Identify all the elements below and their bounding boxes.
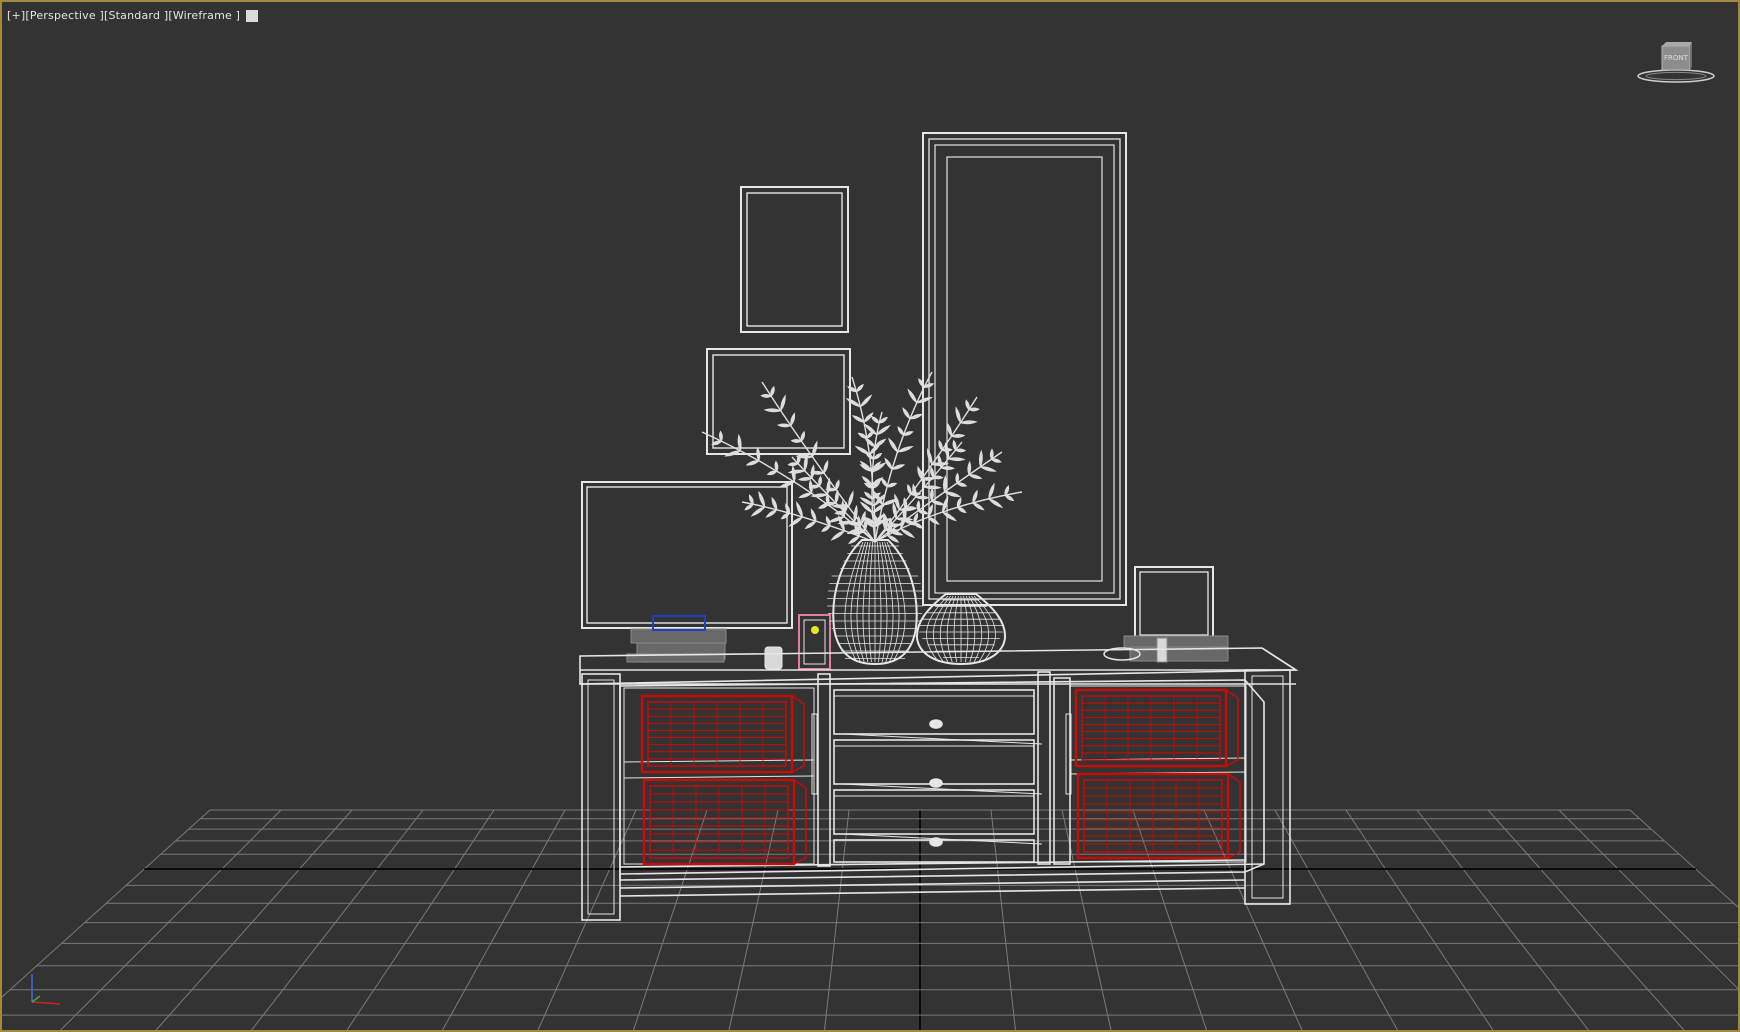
viewport-view-menu[interactable]: [Perspective ] <box>25 9 104 22</box>
perspective-viewport[interactable]: [+] [Perspective ] [Standard ] [Wirefram… <box>0 0 1740 1032</box>
viewcube-icon[interactable]: FRONT <box>1634 40 1718 90</box>
viewcube-face-label: FRONT <box>1664 54 1689 62</box>
viewport-mode-menu[interactable]: [Wireframe ] <box>168 9 240 22</box>
lantern-light <box>811 626 819 634</box>
vase-tall-mesh <box>827 541 923 663</box>
viewport-label-menu: [+] [Perspective ] [Standard ] [Wirefram… <box>7 9 259 22</box>
viewport-shading-menu[interactable]: [Standard ] <box>104 9 168 22</box>
home-grid <box>2 809 1738 1030</box>
sideboard[interactable] <box>579 647 1299 921</box>
shading-swatch-icon[interactable] <box>246 9 259 22</box>
viewport-plus-menu[interactable]: [+] <box>7 9 25 22</box>
olive-branches[interactable] <box>701 371 1023 545</box>
wall-frames[interactable] <box>581 132 1214 641</box>
axis-tripod-icon <box>31 974 61 1005</box>
scene-canvas[interactable] <box>2 2 1740 1032</box>
